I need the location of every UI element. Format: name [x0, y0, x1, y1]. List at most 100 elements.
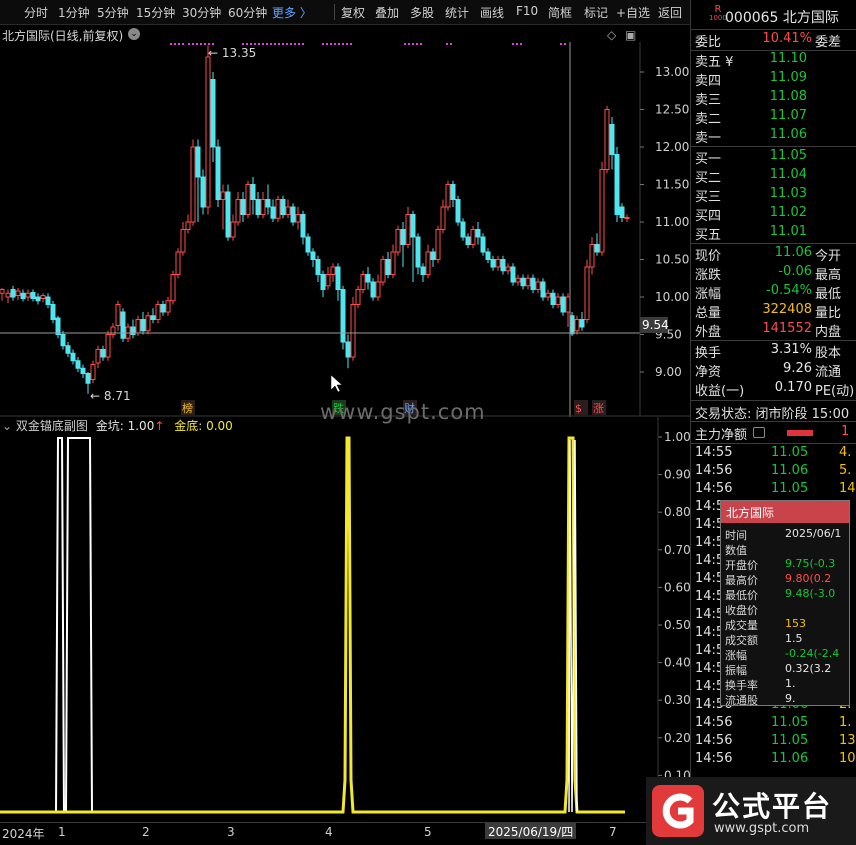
- ask-row: 卖一 11.06: [695, 127, 807, 146]
- multi-stock-button[interactable]: 多股: [410, 4, 434, 21]
- event-marker-label: 涨: [593, 402, 604, 415]
- stat-row: 涨跌 -0.06 最高: [695, 264, 842, 283]
- tick-row: 14:5611.0514.: [695, 481, 856, 496]
- indicator-value-b: 0.00: [206, 419, 233, 433]
- candle-body: [594, 244, 600, 253]
- high-price-label: ← 13.35: [208, 46, 256, 60]
- period-tab-5min[interactable]: 5分钟: [97, 4, 129, 21]
- indicator-tick-label: 0.40: [664, 656, 690, 670]
- indicator-tick-label: 0.30: [664, 693, 690, 707]
- more-periods-button[interactable]: 更多 〉: [272, 4, 312, 21]
- candle-body: [10, 289, 16, 298]
- adjust-button[interactable]: 复权: [341, 4, 365, 21]
- candle-body: [320, 274, 326, 290]
- signal-dot: [278, 43, 280, 45]
- indicator-tick-label: 1.00: [664, 430, 690, 444]
- chevron-down-icon[interactable]: ⌄: [2, 419, 12, 433]
- candle-body: [485, 251, 491, 260]
- add-watchlist-button[interactable]: +自选: [616, 4, 650, 21]
- window-restore-icon[interactable]: ▣: [625, 28, 636, 42]
- period-tab-15min[interactable]: 15分钟: [136, 4, 175, 21]
- candle-body: [450, 184, 456, 200]
- signal-dot: [178, 43, 180, 45]
- signal-dot: [286, 43, 288, 45]
- x-tick: 1: [58, 825, 66, 839]
- signal-dot: [298, 43, 300, 45]
- event-marker-label: 榜: [182, 401, 193, 415]
- period-tab-1min[interactable]: 1分钟: [58, 4, 90, 21]
- indicator-tick-label: 0.50: [664, 618, 690, 632]
- divider: [691, 146, 856, 147]
- period-tab-timeshare[interactable]: 分时: [24, 4, 48, 21]
- period-tab-60min[interactable]: 60分钟: [228, 4, 267, 21]
- tooltip-row: 开盘价 9.75(-0.3: [725, 557, 836, 572]
- price-tick-label: 9.00: [655, 365, 682, 379]
- candle-body: [275, 199, 281, 219]
- candle-body: [445, 184, 451, 208]
- signal-dot-row: [170, 43, 566, 45]
- tick-row: 14:55 11.05 4.: [695, 445, 852, 460]
- candle-body: [520, 277, 526, 287]
- signal-dot: [170, 43, 172, 45]
- price-tick-label: 10.00: [655, 290, 689, 304]
- back-button[interactable]: 返回: [658, 4, 682, 21]
- candle-body: [270, 206, 276, 219]
- candle-body: [420, 266, 426, 275]
- candle-series: [0, 45, 630, 394]
- candle-body: [95, 349, 101, 364]
- candle-body: [105, 334, 111, 358]
- candle-body: [330, 266, 336, 275]
- candle-body: [355, 289, 361, 305]
- tooltip-row: 最高价 9.80(0.2: [725, 572, 832, 587]
- f10-button[interactable]: F10: [516, 4, 538, 18]
- indicator-subchart[interactable]: 1.000.900.800.700.600.500.400.300.200.10: [0, 417, 690, 822]
- candlestick-chart[interactable]: ← 13.35 ← 8.71 13.00 12.50 12.00 11.50 11.00…: [0, 25, 690, 417]
- candle-body: [230, 221, 236, 238]
- signal-dot: [404, 43, 406, 45]
- chevron-down-icon[interactable]: ⌄: [128, 28, 140, 40]
- signal-dot: [274, 43, 276, 45]
- candle-body: [60, 334, 66, 347]
- overlay-button[interactable]: 叠加: [375, 4, 399, 21]
- candle-body: [160, 304, 166, 313]
- signal-dot: [334, 43, 336, 45]
- candle-body: [395, 229, 401, 253]
- indicator-tick-label: 0.70: [664, 543, 690, 557]
- candle-body: [285, 206, 291, 215]
- toolbar-divider: [334, 4, 335, 20]
- mark-button[interactable]: 标记: [584, 4, 608, 21]
- statistics-button[interactable]: 统计: [445, 4, 469, 21]
- candle-body: [200, 176, 206, 208]
- signal-dot: [212, 43, 214, 45]
- candle-body: [579, 319, 585, 328]
- x-tick: 3: [227, 825, 235, 839]
- candle-body: [180, 229, 186, 253]
- candle-body: [75, 360, 81, 369]
- signal-dot: [342, 43, 344, 45]
- divider: [691, 340, 856, 341]
- candle-body: [505, 266, 511, 272]
- indicator-value-a: 1.00: [127, 419, 155, 433]
- period-tab-30min[interactable]: 30分钟: [182, 4, 221, 21]
- candle-body: [145, 315, 151, 332]
- signal-dot: [254, 43, 256, 45]
- list-icon[interactable]: [753, 427, 765, 438]
- price-tick-label: 12.00: [655, 140, 689, 154]
- candle-body: [235, 199, 241, 223]
- draw-line-button[interactable]: 画线: [480, 4, 504, 21]
- tooltip-title: 北方国际: [721, 501, 849, 523]
- candle-body: [290, 206, 296, 223]
- signal-dot: [196, 43, 198, 45]
- candle-body: [510, 266, 516, 283]
- signal-dot: [322, 43, 324, 45]
- ask-row: 卖五 ¥11.10: [695, 51, 807, 70]
- signal-dot: [208, 43, 210, 45]
- candle-body: [619, 206, 625, 218]
- candle-body: [225, 191, 231, 238]
- signal-dot: [258, 43, 260, 45]
- simple-frame-button[interactable]: 简框: [548, 4, 572, 21]
- candle-body: [210, 79, 216, 148]
- indicator-tick-label: 0.80: [664, 505, 690, 519]
- diamond-icon[interactable]: ◇: [607, 28, 616, 42]
- candle-body: [240, 199, 246, 215]
